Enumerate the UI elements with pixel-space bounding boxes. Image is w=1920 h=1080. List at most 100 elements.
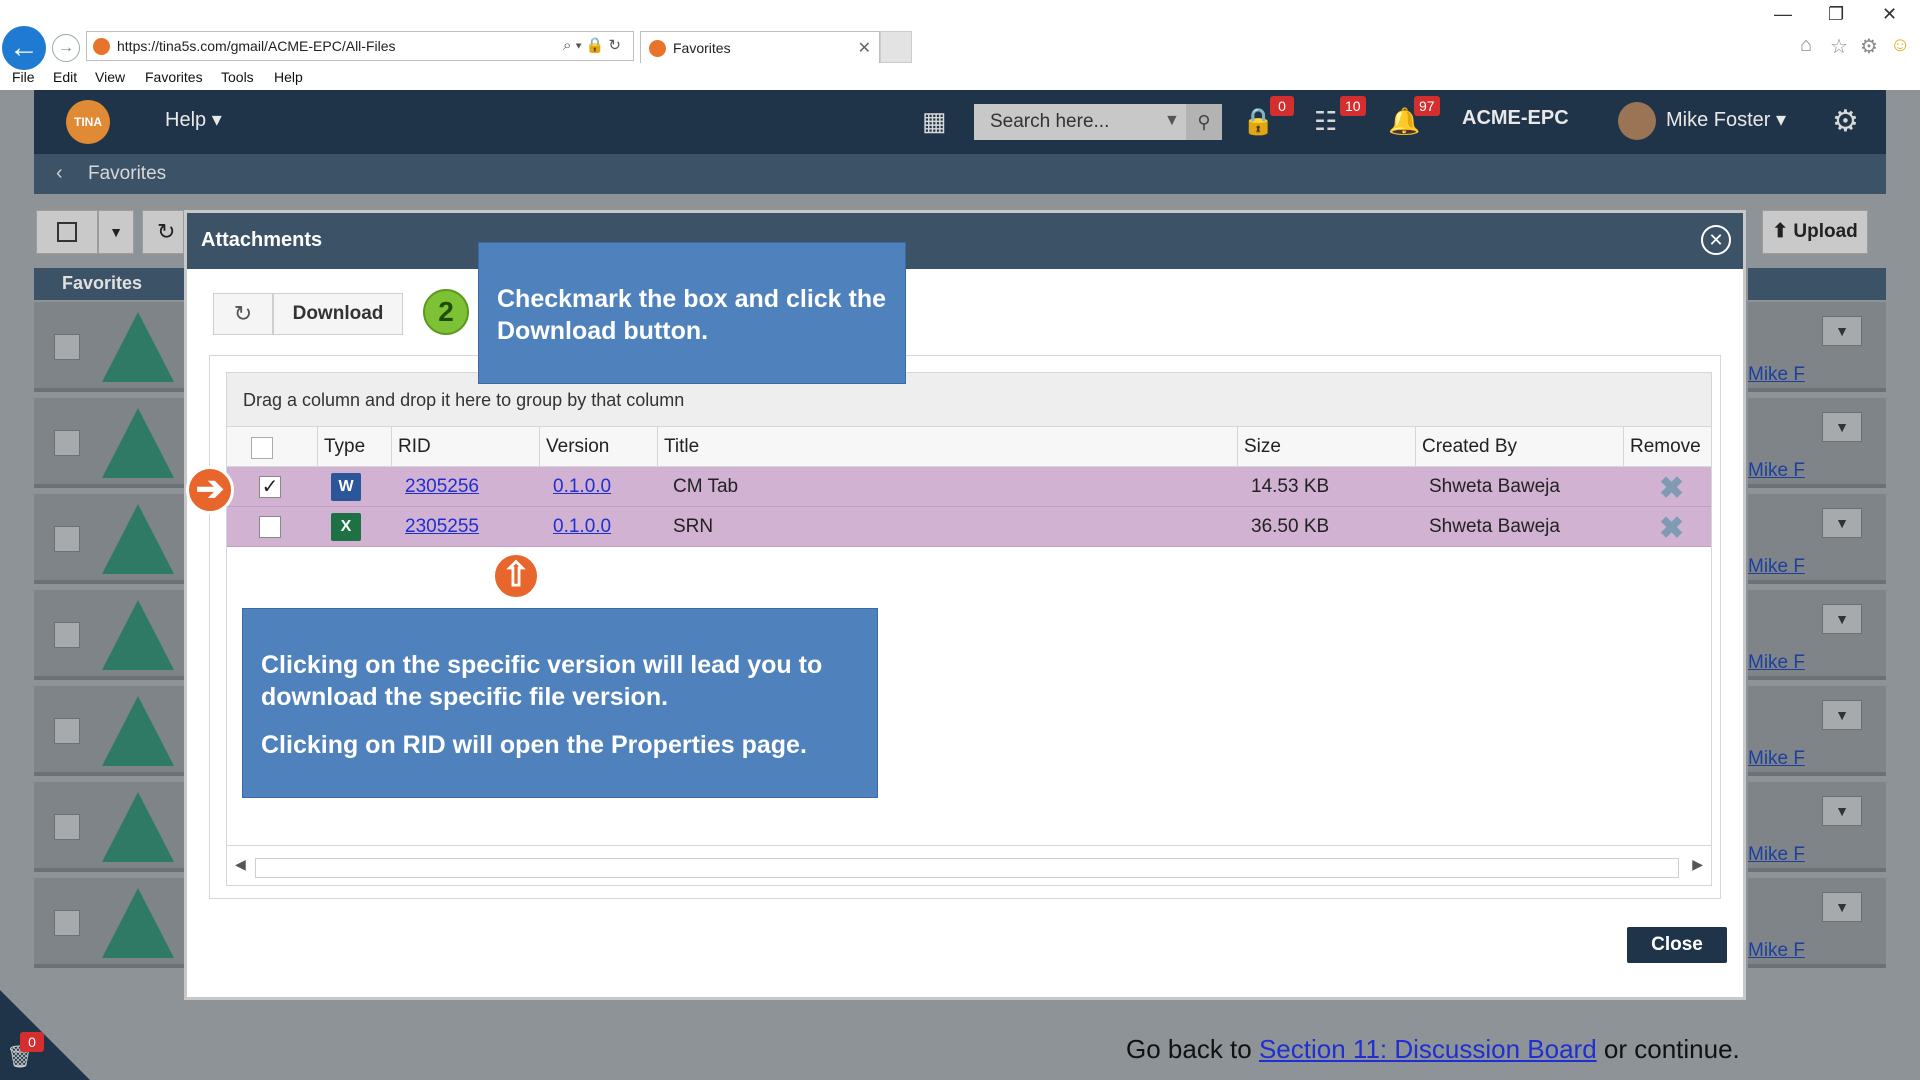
section-11-link[interactable]: Section 11: Discussion Board (1259, 1034, 1597, 1064)
col-type[interactable]: Type (317, 427, 391, 467)
back-arrow-icon[interactable]: ← (2, 26, 46, 70)
address-bar[interactable]: https://tina5s.com/gmail/ACME-EPC/All-Fi… (86, 31, 634, 61)
refresh-icon: ↻ (233, 301, 253, 326)
modal-header: Attachments ✕ (187, 213, 1743, 269)
row-checkbox[interactable] (54, 430, 80, 456)
owner-link[interactable]: Mike F (1748, 652, 1805, 674)
footer-prefix: Go back to (1126, 1034, 1259, 1064)
window-close-icon[interactable]: ✕ (1882, 4, 1897, 25)
menu-file[interactable]: File (12, 69, 35, 85)
minimize-icon[interactable]: — (1774, 4, 1792, 25)
gear-icon[interactable]: ⚙ (1832, 104, 1859, 139)
close-button[interactable]: Close (1627, 927, 1727, 963)
header-checkbox[interactable] (251, 437, 273, 459)
user-menu[interactable]: Mike Foster ▾ (1666, 107, 1786, 132)
tab-close-icon[interactable]: ✕ (858, 38, 871, 58)
row-checkbox[interactable] (54, 910, 80, 936)
version-link[interactable]: 0.1.0.0 (553, 467, 611, 507)
horizontal-scrollbar[interactable]: ◀ ▶ (227, 845, 1711, 885)
breadcrumb-label[interactable]: Favorites (88, 163, 166, 185)
browser-tab[interactable]: Favorites ✕ (640, 31, 880, 63)
row-dropdown-icon[interactable]: ▼ (1822, 412, 1862, 442)
file-logo-icon (102, 504, 174, 574)
col-version[interactable]: Version (539, 427, 657, 467)
refresh-button[interactable]: ↻ (213, 293, 273, 335)
word-file-icon: W (331, 473, 361, 501)
hierarchy-icon[interactable]: ☷ (1314, 106, 1337, 137)
col-title[interactable]: Title (657, 427, 1237, 467)
row-dropdown-icon[interactable]: ▼ (1822, 316, 1862, 346)
col-size[interactable]: Size (1237, 427, 1415, 467)
settings-gear-icon[interactable]: ⚙ (1860, 34, 1878, 59)
search-input[interactable]: Search here... (990, 111, 1109, 133)
table-row[interactable]: X 2305255 0.1.0.0 SRN 36.50 KB Shweta Ba… (227, 507, 1711, 547)
select-all-checkbox-bg[interactable] (36, 210, 98, 254)
row-dropdown-icon[interactable]: ▼ (1822, 796, 1862, 826)
apps-grid-icon[interactable]: ▦ (922, 106, 947, 137)
created-by: Shweta Baweja (1429, 476, 1560, 497)
row-dropdown-icon[interactable]: ▼ (1822, 700, 1862, 730)
star-icon[interactable]: ☆ (1830, 34, 1848, 59)
row-checkbox[interactable] (54, 718, 80, 744)
scroll-right-icon[interactable]: ▶ (1692, 856, 1703, 873)
row-checkbox[interactable] (54, 622, 80, 648)
row-dropdown-icon[interactable]: ▼ (1822, 604, 1862, 634)
org-name[interactable]: ACME-EPC (1462, 107, 1569, 130)
rid-link[interactable]: 2305255 (405, 507, 479, 547)
row-checkbox[interactable] (259, 516, 281, 538)
smiley-icon[interactable]: ☺ (1890, 34, 1910, 57)
address-tools-icon[interactable]: ⌕▾🔒↻ (563, 36, 625, 54)
owner-link[interactable]: Mike F (1748, 844, 1805, 866)
search-icon[interactable]: ⚲ (1186, 104, 1222, 140)
tab-favicon-icon (649, 40, 666, 57)
table-row[interactable]: ✓ W 2305256 0.1.0.0 CM Tab 14.53 KB Shwe… (227, 467, 1711, 507)
menu-tools[interactable]: Tools (221, 69, 254, 85)
row-checkbox[interactable] (54, 334, 80, 360)
new-tab-button[interactable] (880, 31, 912, 63)
checkbox-icon (57, 222, 77, 242)
owner-link[interactable]: Mike F (1748, 748, 1805, 770)
remove-x-icon[interactable]: ✖ (1659, 511, 1684, 546)
col-created-by[interactable]: Created By (1415, 427, 1623, 467)
group-by-bar[interactable]: Drag a column and drop it here to group … (227, 373, 1711, 427)
tina-logo[interactable]: TINA (66, 100, 110, 144)
footer-suffix: or continue. (1596, 1034, 1740, 1064)
owner-link[interactable]: Mike F (1748, 460, 1805, 482)
owner-link[interactable]: Mike F (1748, 364, 1805, 386)
menu-help[interactable]: Help (274, 69, 303, 85)
menu-view[interactable]: View (95, 69, 125, 85)
select-dropdown-bg[interactable]: ▼ (98, 210, 134, 254)
scroll-track[interactable] (255, 858, 1679, 878)
user-avatar[interactable] (1618, 102, 1656, 140)
row-checkbox-checked[interactable]: ✓ (259, 476, 281, 498)
bell-badge: 97 (1414, 96, 1440, 116)
row-checkbox[interactable] (54, 814, 80, 840)
row-dropdown-icon[interactable]: ▼ (1822, 508, 1862, 538)
owner-link[interactable]: Mike F (1748, 556, 1805, 578)
refresh-bg-icon[interactable]: ↻ (142, 210, 184, 254)
restore-icon[interactable]: ❐ (1828, 4, 1844, 25)
scroll-left-icon[interactable]: ◀ (235, 856, 246, 873)
remove-x-icon[interactable]: ✖ (1659, 471, 1684, 506)
menu-edit[interactable]: Edit (53, 69, 77, 85)
owner-link[interactable]: Mike F (1748, 940, 1805, 962)
download-button[interactable]: Download (273, 293, 403, 335)
chevron-left-icon[interactable]: ‹ (56, 162, 63, 185)
list-item (34, 878, 184, 968)
modal-close-icon[interactable]: ✕ (1701, 225, 1731, 255)
address-url[interactable]: https://tina5s.com/gmail/ACME-EPC/All-Fi… (117, 38, 396, 54)
forward-arrow-icon[interactable]: → (52, 34, 80, 62)
menu-favorites[interactable]: Favorites (145, 69, 203, 85)
col-rid[interactable]: RID (391, 427, 539, 467)
search-box[interactable]: Search here... ▼ ⚲ (974, 104, 1222, 140)
row-checkbox[interactable] (54, 526, 80, 552)
group-hint: Drag a column and drop it here to group … (243, 390, 685, 410)
col-remove[interactable]: Remove (1623, 427, 1711, 467)
search-dropdown-icon[interactable]: ▼ (1164, 112, 1180, 130)
help-dropdown[interactable]: Help ▾ (165, 107, 222, 132)
home-icon[interactable]: ⌂ (1800, 34, 1812, 57)
rid-link[interactable]: 2305256 (405, 467, 479, 507)
row-dropdown-icon[interactable]: ▼ (1822, 892, 1862, 922)
version-link[interactable]: 0.1.0.0 (553, 507, 611, 547)
upload-button[interactable]: ⬆ Upload (1762, 210, 1868, 254)
